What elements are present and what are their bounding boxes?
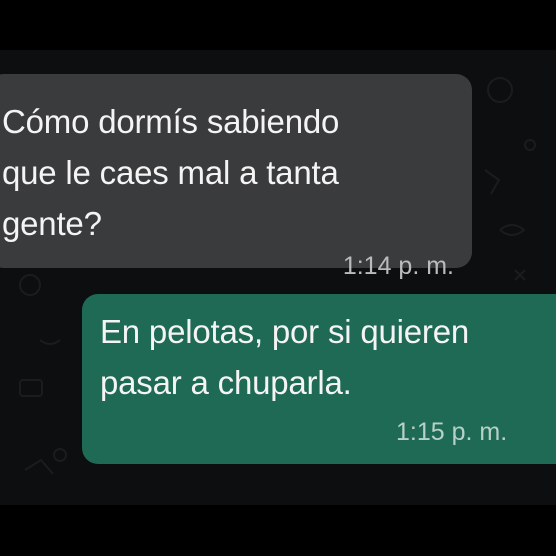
chat-area[interactable]: Cómo dormís sabiendo que le caes mal a t…	[0, 50, 556, 505]
incoming-message-bubble[interactable]: Cómo dormís sabiendo que le caes mal a t…	[0, 74, 472, 280]
bottom-black-bar	[0, 505, 556, 556]
top-black-bar	[0, 0, 556, 50]
outgoing-message-bubble[interactable]: En pelotas, por si quieren pasar a chupa…	[82, 294, 556, 464]
message-text: Cómo dormís sabiendo que le caes mal a t…	[2, 103, 340, 242]
message-timestamp: 1:14 p. m.	[342, 252, 454, 280]
message-timestamp: 1:15 p. m.	[396, 418, 508, 446]
message-text: En pelotas, por si quieren pasar a chupa…	[100, 313, 470, 401]
